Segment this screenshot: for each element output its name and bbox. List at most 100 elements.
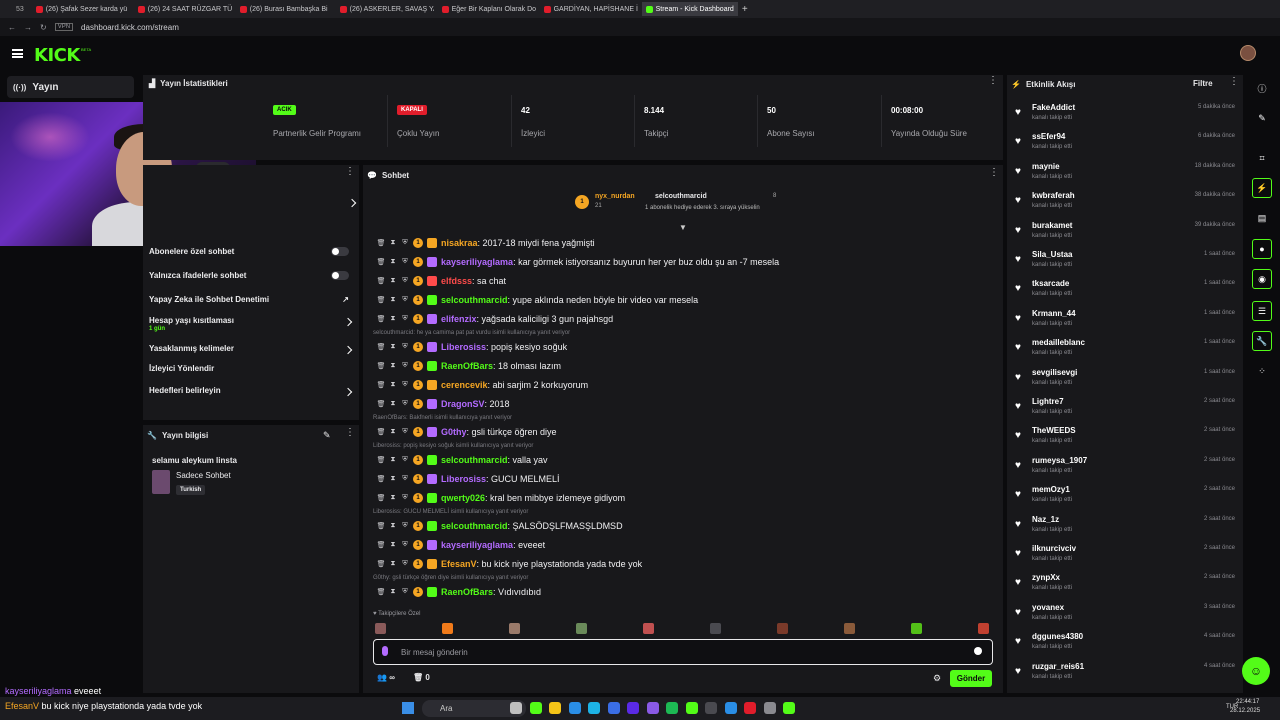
shield-icon[interactable]: ⛨ (401, 362, 409, 370)
kick-app-icon[interactable] (685, 702, 698, 714)
chevron-right-icon[interactable] (343, 345, 353, 355)
timeout-icon[interactable]: ⧗ (389, 277, 397, 285)
timeout-icon[interactable]: ⧗ (389, 494, 397, 502)
activity-item[interactable]: ♥ rumeysa_1907 kanalı takip etti 2 saat önc… (1015, 456, 1235, 480)
setting-row[interactable]: Hedefleri belirleyin (149, 386, 355, 397)
widgets-icon[interactable] (510, 702, 522, 714)
delete-icon[interactable]: 🗑 (377, 362, 386, 370)
lightning-icon[interactable]: ⚡ (1252, 178, 1272, 198)
delete-icon[interactable]: 🗑 (377, 239, 386, 247)
windows-start-icon[interactable] (402, 702, 414, 714)
timeout-icon[interactable]: ⧗ (389, 475, 397, 483)
emote-icon[interactable] (710, 623, 721, 634)
setting-row[interactable]: Abonelere özel sohbet (149, 247, 355, 256)
timeout-icon[interactable]: ⧗ (389, 258, 397, 266)
browser-tab[interactable]: (26) 24 SAAT RÜZGAR TÜ (134, 2, 232, 16)
shield-icon[interactable]: ⛨ (401, 494, 409, 502)
activity-item[interactable]: ♥ zynpXx kanalı takip etti 2 saat önce (1015, 573, 1235, 597)
shield-icon[interactable]: ⛨ (401, 239, 409, 247)
setting-row[interactable]: Hesap yaşı kısıtlaması 1 gün (149, 316, 355, 332)
chat-username[interactable]: DragonSV (441, 399, 485, 409)
emote-icon[interactable] (777, 623, 788, 634)
spotify-icon[interactable] (666, 702, 678, 714)
broadcast-rail-icon[interactable]: ◉ (1252, 269, 1272, 289)
mic-icon[interactable] (382, 646, 388, 656)
timeout-icon[interactable]: ⧗ (389, 239, 397, 247)
browser-tab[interactable]: (26) Burası Bambaşka Bi (236, 2, 332, 16)
emote-icon[interactable] (375, 623, 386, 634)
timeout-icon[interactable]: ⧗ (389, 588, 397, 596)
delete-icon[interactable]: 🗑 (377, 588, 386, 596)
stats-more-icon[interactable]: ⋮ (988, 76, 998, 86)
timeout-icon[interactable]: ⧗ (389, 315, 397, 323)
timeout-icon[interactable]: ⧗ (389, 541, 397, 549)
receiver-name[interactable]: selcouthmarcid (655, 193, 707, 200)
chat-username[interactable]: elifenzix (441, 314, 477, 324)
chat-message[interactable]: 🗑 ⧗ ⛨ 1 kayseriliyaglama: eveeet (377, 540, 545, 550)
shield-icon[interactable]: ⛨ (401, 475, 409, 483)
activity-user[interactable]: Naz_1z (1032, 515, 1059, 524)
terminal-icon[interactable] (705, 702, 717, 714)
reply-context[interactable]: G0thy: gsli türkçe öğren diye isimli kul… (373, 575, 528, 581)
users-infinite[interactable]: 👥 ∞ (377, 673, 395, 682)
activity-item[interactable]: ♥ Krmann_44 kanalı takip etti 1 saat önce (1015, 309, 1235, 333)
chat-username[interactable]: RaenOfBars (441, 361, 493, 371)
trash-counter[interactable]: 🗑 0 (413, 673, 430, 682)
filter-button[interactable]: Filtre (1193, 79, 1213, 88)
timeout-icon[interactable]: ⧗ (389, 343, 397, 351)
activity-item[interactable]: ♥ Sila_Ustaa kanalı takip etti 1 saat önce (1015, 250, 1235, 274)
shield-icon[interactable]: ⛨ (401, 456, 409, 464)
settings-app-icon[interactable] (763, 702, 776, 714)
setting-row[interactable]: İzleyici Yönlendir (149, 364, 355, 373)
activity-item[interactable]: ♥ Naz_1z kanalı takip etti 2 saat önce (1015, 515, 1235, 539)
gifter-name[interactable]: nyx_nurdan (595, 193, 635, 200)
clock-date[interactable]: 28.12.2025 (1230, 708, 1260, 714)
chat-message[interactable]: 🗑 ⧗ ⛨ 1 nisakraa: 2017-18 miydi fena yağmişt… (377, 238, 595, 248)
setting-row[interactable]: Yalnızca ifadelerle sohbet (149, 271, 355, 280)
activity-item[interactable]: ♥ tksarcade kanalı takip etti 1 saat önce (1015, 279, 1235, 303)
external-link-icon[interactable]: ↗ (342, 295, 349, 304)
activity-user[interactable]: Krmann_44 (1032, 309, 1076, 318)
toggle-switch[interactable] (331, 247, 349, 256)
chat-message[interactable]: 🗑 ⧗ ⛨ 1 G0thy: gsli türkçe öğren diye (377, 427, 557, 437)
chat-message[interactable]: 🗑 ⧗ ⛨ 1 Liberosiss: popiş kesiyo soğuk (377, 342, 567, 352)
activity-user[interactable]: kwbraferah (1032, 191, 1075, 200)
browser-tab[interactable]: (26) ASKERLER, SAVAŞ YA (336, 2, 434, 16)
shield-icon[interactable]: ⛨ (401, 258, 409, 266)
timeout-icon[interactable]: ⧗ (389, 400, 397, 408)
reload-icon[interactable]: ↻ (40, 23, 47, 32)
chat-username[interactable]: Liberosiss (441, 474, 486, 484)
chat-message[interactable]: 🗑 ⧗ ⛨ 1 selcouthmarcid: ŞALSÖDŞLFMASŞLDMSD (377, 521, 623, 531)
delete-icon[interactable]: 🗑 (377, 456, 386, 464)
browser-icon[interactable] (744, 702, 756, 714)
back-icon[interactable]: ← (8, 23, 16, 32)
timeout-icon[interactable]: ⧗ (389, 428, 397, 436)
chat-username[interactable]: kayseriliyaglama (441, 257, 513, 267)
chat-username[interactable]: G0thy (441, 427, 467, 437)
activity-item[interactable]: ♥ medailleblanc kanalı takip etti 1 saat ön… (1015, 338, 1235, 362)
apps-icon[interactable]: ⁘ (1252, 361, 1272, 381)
settings-more-icon[interactable]: ⋮ (345, 167, 355, 177)
activity-user[interactable]: yovanex (1032, 603, 1064, 612)
chat-username[interactable]: selcouthmarcid (441, 295, 508, 305)
info-icon[interactable]: ⓘ (1252, 78, 1272, 98)
chat-message[interactable]: 🗑 ⧗ ⛨ 1 qwerty026: kral ben mibbye izlemeye … (377, 493, 625, 503)
chat-username[interactable]: nisakraa (441, 238, 478, 248)
timeout-icon[interactable]: ⧗ (389, 560, 397, 568)
reply-context[interactable]: Liberosiss: popiş kesiyo soğuk isimli ku… (373, 443, 533, 449)
reply-context[interactable]: Liberosiss: GUCU MELMELİ isimli kullanıc… (373, 509, 528, 515)
obs-icon[interactable] (783, 702, 795, 714)
chat-message[interactable]: 🗑 ⧗ ⛨ 1 Liberosiss: GUCU MELMELİ (377, 474, 560, 484)
activity-item[interactable]: ♥ sevgilisevgi kanalı takip etti 1 saat önc… (1015, 368, 1235, 392)
chat-message[interactable]: 🗑 ⧗ ⛨ 1 cerencevik: abi sarjim 2 korkuyorum (377, 380, 588, 390)
chat-username[interactable]: cerencevik (441, 380, 488, 390)
delete-icon[interactable]: 🗑 (377, 296, 386, 304)
chevron-right-icon[interactable] (343, 317, 353, 327)
activity-user[interactable]: memOzy1 (1032, 485, 1070, 494)
reply-context[interactable]: RaenOfBars: Bakfnerli isimli kullanıcıya… (373, 415, 512, 421)
activity-item[interactable]: ♥ ssEfer94 kanalı takip etti 6 dakika önce (1015, 132, 1235, 156)
photos-icon[interactable] (724, 702, 737, 714)
scroll-down-icon[interactable]: ▼ (679, 223, 687, 232)
chat-message[interactable]: 🗑 ⧗ ⛨ 1 selcouthmarcid: yupe aklında neden b… (377, 295, 698, 305)
emote-icon[interactable] (442, 623, 453, 634)
